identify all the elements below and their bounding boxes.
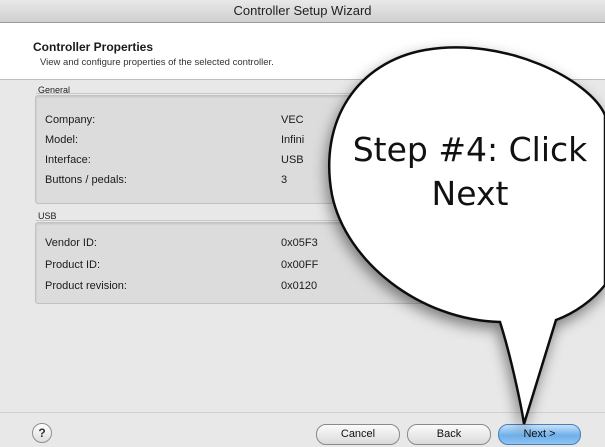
- wizard-header: Controller Properties View and configure…: [0, 23, 605, 80]
- property-value: 3: [281, 174, 288, 186]
- property-value: VEC: [281, 114, 304, 126]
- property-value: 0x05F3: [281, 237, 318, 249]
- cancel-button[interactable]: Cancel: [316, 424, 400, 445]
- callout-line-1: Step #4: Click: [352, 130, 588, 169]
- property-row-vendor-id: Vendor ID: 0x05F3: [45, 237, 575, 253]
- footer-divider: [0, 412, 605, 413]
- back-button[interactable]: Back: [407, 424, 491, 445]
- page-title: Controller Properties: [33, 40, 154, 54]
- page-subtitle: View and configure properties of the sel…: [40, 57, 274, 68]
- help-icon[interactable]: ?: [32, 423, 52, 443]
- property-key: Buttons / pedals:: [45, 174, 127, 186]
- general-divider: [36, 93, 575, 94]
- property-key: Interface:: [45, 154, 91, 166]
- callout-line-2: Next: [431, 174, 509, 213]
- property-value: 0x00FF: [281, 259, 319, 271]
- usb-properties-box: Vendor ID: 0x05F3 Product ID: 0x00FF Pro…: [35, 222, 577, 304]
- property-key: Company:: [45, 114, 96, 126]
- property-value: USB: [281, 154, 304, 166]
- property-key: Product ID:: [45, 259, 101, 271]
- callout-text: Step #4: Click Next: [340, 128, 600, 216]
- property-key: Model:: [45, 134, 79, 146]
- property-key: Vendor ID:: [45, 237, 97, 249]
- next-button[interactable]: Next >: [498, 424, 581, 445]
- window-titlebar: Controller Setup Wizard: [0, 0, 605, 23]
- property-key: Product revision:: [45, 280, 127, 292]
- property-row-product-id: Product ID: 0x00FF: [45, 259, 575, 275]
- property-row-product-revision: Product revision: 0x0120: [45, 280, 575, 296]
- window-title: Controller Setup Wizard: [233, 3, 372, 18]
- property-value: Infini: [281, 134, 305, 146]
- property-value: 0x0120: [281, 280, 318, 292]
- usb-divider: [36, 220, 575, 221]
